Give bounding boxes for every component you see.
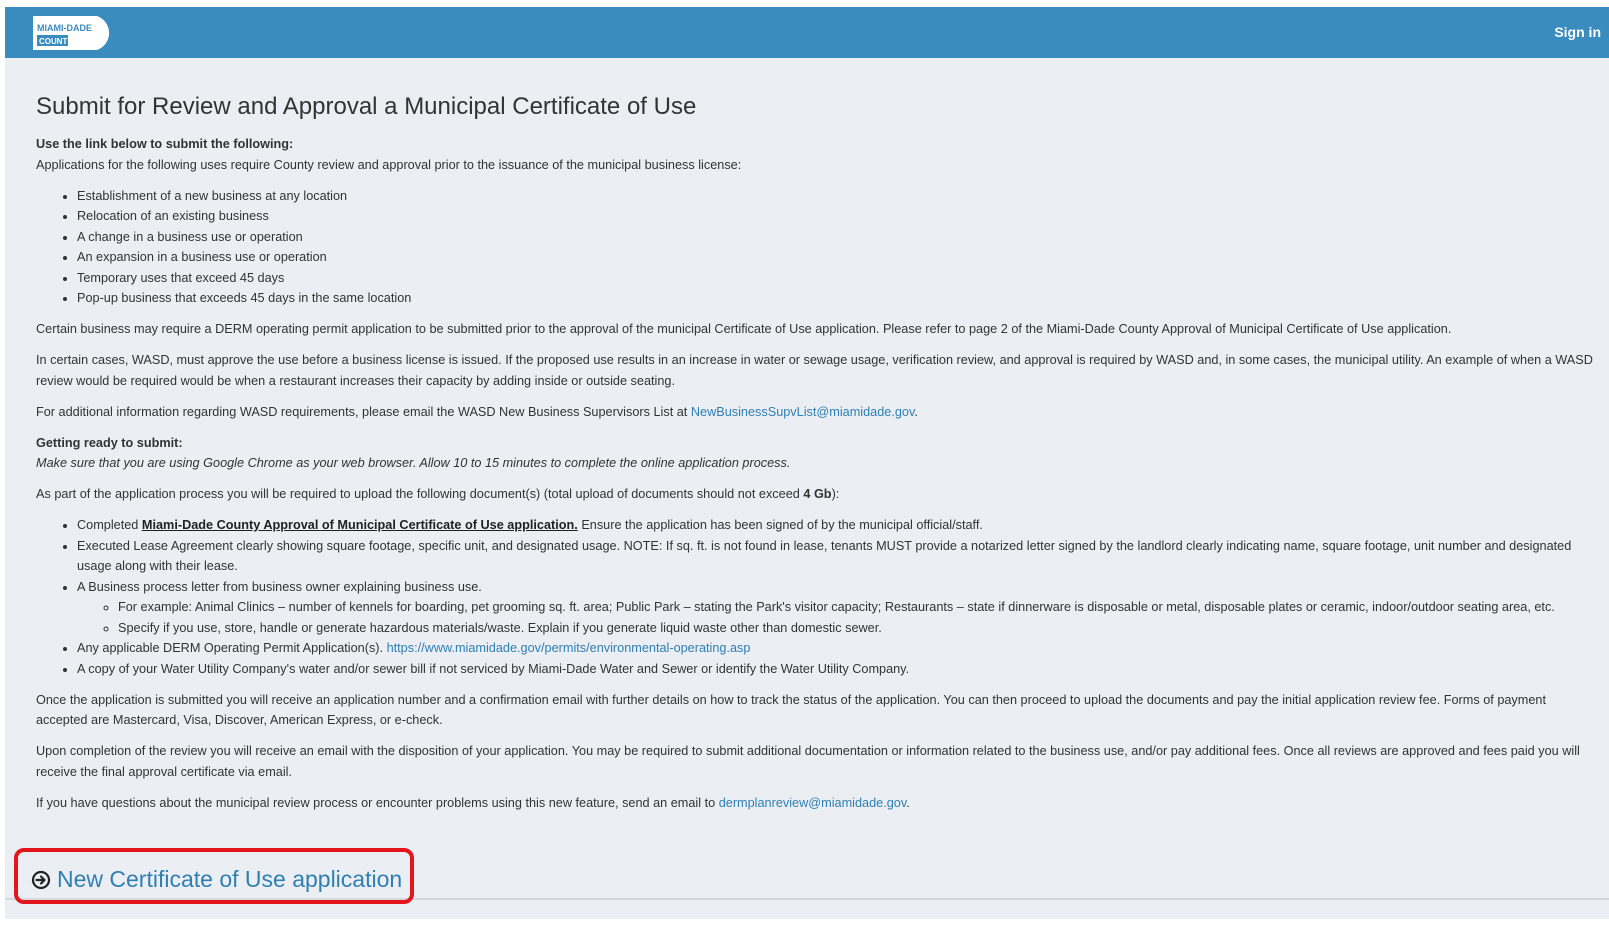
upload-text: As part of the application process you w… xyxy=(36,487,804,501)
wasd-email-suffix: . xyxy=(914,404,918,419)
list-item: Establishment of a new business at any l… xyxy=(77,186,1596,207)
page-title: Submit for Review and Approval a Municip… xyxy=(36,93,697,120)
list-item: Temporary uses that exceed 45 days xyxy=(77,268,1596,289)
list-item: A Business process letter from business … xyxy=(77,577,1596,639)
list-item: Completed Miami-Dade County Approval of … xyxy=(77,515,1596,536)
list-item: A copy of your Water Utility Company's w… xyxy=(77,659,1596,680)
main-content: Submit for Review and Approval a Municip… xyxy=(36,90,1596,824)
derm-email-link[interactable]: dermplanreview@miamidade.gov xyxy=(719,796,907,810)
list-item: Executed Lease Agreement clearly showing… xyxy=(77,536,1596,577)
doc3-text: A Business process letter from business … xyxy=(77,579,482,594)
business-letter-sublist: For example: Animal Clinics – number of … xyxy=(77,597,1596,638)
application-form-link[interactable]: Miami-Dade County Approval of Municipal … xyxy=(142,518,578,532)
miami-dade-county-logo[interactable]: MIAMI-DADE COUNTY xyxy=(31,14,117,52)
questions-suffix: . xyxy=(906,795,910,810)
list-item: Any applicable DERM Operating Permit App… xyxy=(77,638,1596,659)
new-certificate-label: New Certificate of Use application xyxy=(57,866,403,892)
upload-paragraph: As part of the application process you w… xyxy=(36,484,1596,505)
sign-in-link[interactable]: Sign in xyxy=(1554,24,1601,40)
top-nav-bar: MIAMI-DADE COUNTY Sign in xyxy=(5,7,1609,58)
completion-paragraph: Upon completion of the review you will r… xyxy=(36,744,1580,779)
upload-limit: 4 Gb xyxy=(803,487,832,501)
questions-paragraph: If you have questions about the municipa… xyxy=(36,793,1596,814)
doc1-suffix: Ensure the application has been signed o… xyxy=(577,518,983,532)
derm-permit-link[interactable]: https://www.miamidade.gov/permits/enviro… xyxy=(387,641,751,655)
browser-note: Make sure that you are using Google Chro… xyxy=(36,456,791,470)
new-certificate-link[interactable]: New Certificate of Use application xyxy=(31,866,402,893)
doc4-text: Any applicable DERM Operating Permit App… xyxy=(77,641,387,655)
submitted-paragraph: Once the application is submitted you wi… xyxy=(36,692,1546,728)
wasd-email-link[interactable]: NewBusinessSupvList@miamidade.gov xyxy=(691,405,915,419)
intro-text: Applications for the following uses requ… xyxy=(36,157,742,172)
questions-text: If you have questions about the municipa… xyxy=(36,795,719,810)
list-item: A change in a business use or operation xyxy=(77,227,1596,248)
submit-heading: Use the link below to submit the followi… xyxy=(36,137,294,151)
list-item: Specify if you use, store, handle or gen… xyxy=(118,618,1596,639)
upload-suffix: ): xyxy=(831,487,840,501)
svg-text:COUNTY: COUNTY xyxy=(39,37,73,46)
svg-text:MIAMI-DADE: MIAMI-DADE xyxy=(37,23,92,33)
wasd-paragraph: In certain cases, WASD, must approve the… xyxy=(36,353,1593,388)
list-item: Pop-up business that exceeds 45 days in … xyxy=(77,288,1596,309)
getting-ready-heading: Getting ready to submit: xyxy=(36,435,183,450)
arrow-circle-right-icon xyxy=(31,870,51,889)
uses-list: Establishment of a new business at any l… xyxy=(36,186,1596,309)
wasd-email-text: For additional information regarding WAS… xyxy=(36,404,691,419)
list-item: Relocation of an existing business xyxy=(77,206,1596,227)
list-item: For example: Animal Clinics – number of … xyxy=(118,597,1596,618)
doc1-prefix: Completed xyxy=(77,518,142,532)
list-item: An expansion in a business use or operat… xyxy=(77,247,1596,268)
page-frame: MIAMI-DADE COUNTY Sign in Submit for Rev… xyxy=(5,7,1609,919)
wasd-email-paragraph: For additional information regarding WAS… xyxy=(36,402,1596,423)
documents-list: Completed Miami-Dade County Approval of … xyxy=(36,515,1596,679)
derm-paragraph: Certain business may require a DERM oper… xyxy=(36,322,1452,336)
